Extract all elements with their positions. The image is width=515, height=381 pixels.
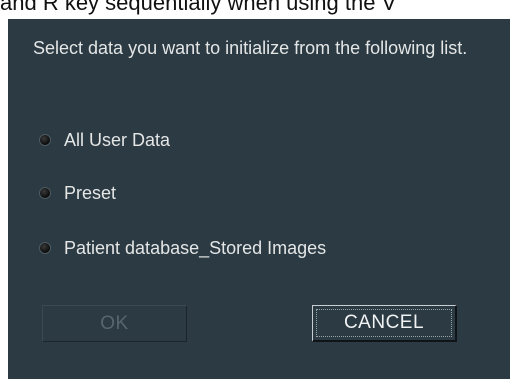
initialize-data-dialog: Select data you want to initialize from …: [8, 19, 510, 379]
option-label: Preset: [64, 182, 117, 203]
option-label: Patient database_Stored Images: [64, 237, 327, 258]
dialog-prompt: Select data you want to initialize from …: [33, 38, 468, 58]
cancel-button[interactable]: CANCEL: [312, 305, 457, 342]
option-patient-database-stored-images[interactable]: Patient database_Stored Images: [40, 236, 326, 260]
radio-bullet-icon[interactable]: [40, 243, 50, 253]
radio-bullet-icon[interactable]: [40, 188, 50, 198]
option-preset[interactable]: Preset: [40, 181, 116, 205]
option-label: All User Data: [64, 129, 171, 150]
document-caption-text: and R key sequentially when using the V: [0, 0, 397, 15]
radio-bullet-icon[interactable]: [40, 135, 50, 145]
ok-button[interactable]: OK: [42, 305, 187, 342]
option-all-user-data[interactable]: All User Data: [40, 128, 170, 152]
cancel-button-label: CANCEL: [343, 312, 425, 333]
